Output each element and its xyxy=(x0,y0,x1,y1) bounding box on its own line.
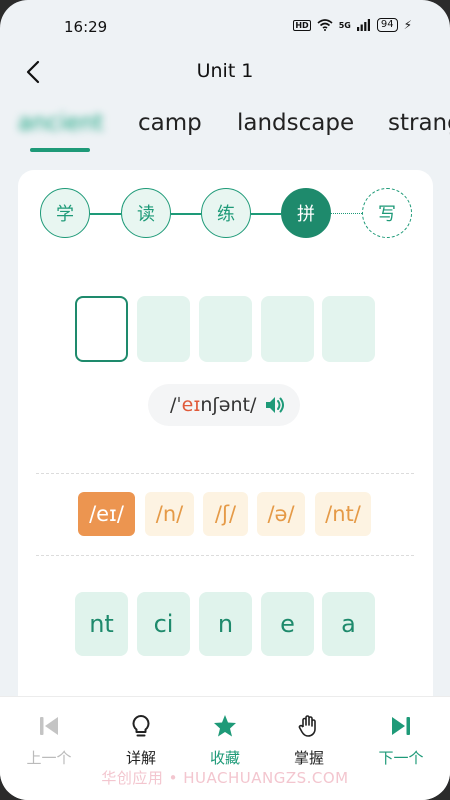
step-progress: 学 读 练 拼 写 xyxy=(40,188,412,238)
tab-word-4[interactable]: strang xyxy=(388,110,450,136)
charging-icon: ⚡ xyxy=(403,18,412,32)
active-tab-indicator xyxy=(30,148,90,152)
letter-tile[interactable]: a xyxy=(322,592,375,656)
phonetic-prefix: /ˈ xyxy=(170,394,182,416)
bottom-nav: 上一个 详解 收藏 掌握 下一个 华创应用 • HUACHUANGZS.COM xyxy=(0,696,450,800)
letter-tile[interactable]: e xyxy=(261,592,314,656)
page-title: Unit 1 xyxy=(196,60,254,82)
skip-next-icon xyxy=(392,717,410,735)
step-write[interactable]: 写 xyxy=(362,188,412,238)
hd-icon: HD xyxy=(293,19,311,31)
step-connector xyxy=(171,213,201,215)
master-button[interactable]: 掌握 xyxy=(274,713,344,768)
prev-label: 上一个 xyxy=(26,749,72,767)
letter-tile[interactable]: nt xyxy=(75,592,128,656)
status-time: 16:29 xyxy=(64,18,108,36)
answer-slot[interactable] xyxy=(199,296,252,362)
tab-word-1[interactable]: ancient xyxy=(18,110,103,136)
step-connector xyxy=(90,213,121,215)
tab-word-2[interactable]: camp xyxy=(138,110,202,136)
favorite-button[interactable]: 收藏 xyxy=(190,713,260,768)
step-connector xyxy=(331,213,362,214)
star-icon xyxy=(214,715,236,737)
syllable-chip[interactable]: /nt/ xyxy=(315,492,371,536)
syllable-chip[interactable]: /ə/ xyxy=(257,492,305,536)
watermark: 华创应用 • HUACHUANGZS.COM xyxy=(101,769,349,787)
detail-label: 详解 xyxy=(125,749,156,767)
detail-button[interactable]: 详解 xyxy=(106,713,176,768)
phonetic-highlight: eɪ xyxy=(181,394,201,416)
phonetic-rest: nʃənt/ xyxy=(200,394,257,416)
answer-slots xyxy=(75,296,375,362)
letter-tile[interactable]: ci xyxy=(137,592,190,656)
syllable-row: /eɪ/ /n/ /ʃ/ /ə/ /nt/ xyxy=(78,492,378,538)
skip-previous-icon xyxy=(40,717,58,735)
syllable-chip[interactable]: /ʃ/ xyxy=(203,492,248,536)
network-type: 5G xyxy=(338,20,351,30)
speaker-icon[interactable] xyxy=(264,395,286,415)
wifi-icon xyxy=(317,19,333,31)
section-divider xyxy=(36,473,414,474)
status-bar: 16:29 HD 5G 94 ⚡ xyxy=(0,0,450,56)
lightbulb-icon xyxy=(132,715,150,737)
word-tabs: ancient camp landscape strang xyxy=(0,104,450,154)
syllable-chip[interactable]: /n/ xyxy=(145,492,194,536)
answer-slot[interactable] xyxy=(322,296,375,362)
answer-slot[interactable] xyxy=(261,296,314,362)
hand-icon xyxy=(298,715,316,737)
next-button[interactable]: 下一个 xyxy=(366,713,436,768)
battery-icon: 94 xyxy=(376,18,398,32)
letter-tile[interactable]: n xyxy=(199,592,252,656)
step-read[interactable]: 读 xyxy=(121,188,171,238)
phonetic-pill[interactable]: /ˈeɪnʃənt/ xyxy=(148,384,301,426)
syllable-chip[interactable]: /eɪ/ xyxy=(78,492,135,536)
tab-word-3[interactable]: landscape xyxy=(237,110,354,136)
master-label: 掌握 xyxy=(293,749,324,767)
phonetic-text: /ˈeɪnʃənt/ xyxy=(170,394,256,416)
header: Unit 1 xyxy=(0,52,450,92)
step-connector xyxy=(251,213,281,215)
letter-choices: nt ci n e a xyxy=(75,592,375,658)
prev-button[interactable]: 上一个 xyxy=(14,713,84,768)
next-label: 下一个 xyxy=(378,749,424,767)
answer-slot[interactable] xyxy=(75,296,128,362)
signal-icon xyxy=(356,19,370,31)
favorite-label: 收藏 xyxy=(209,749,240,767)
step-practice[interactable]: 练 xyxy=(201,188,251,238)
practice-card: 学 读 练 拼 写 /ˈeɪnʃənt/ /eɪ/ /n/ /ʃ/ /ə/ /n… xyxy=(18,170,433,730)
step-learn[interactable]: 学 xyxy=(40,188,90,238)
status-icons: HD 5G 94 ⚡ xyxy=(293,18,412,32)
section-divider xyxy=(36,555,414,556)
step-spell[interactable]: 拼 xyxy=(281,188,331,238)
answer-slot[interactable] xyxy=(137,296,190,362)
phone-screen: 16:29 HD 5G 94 ⚡ Unit 1 ancient camp lan… xyxy=(0,0,450,800)
